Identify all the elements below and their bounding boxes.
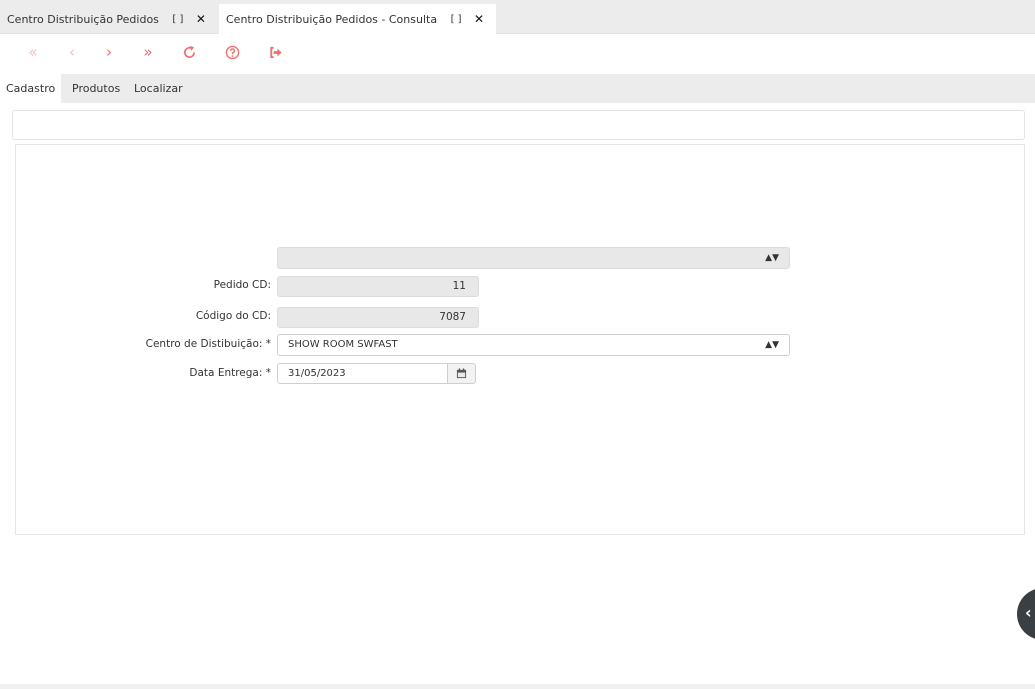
close-icon[interactable]: ✕ <box>467 12 491 26</box>
calendar-icon <box>456 368 467 379</box>
pedido-cd-field[interactable]: 11 <box>277 276 479 297</box>
help-icon <box>225 45 239 60</box>
tab-localizar[interactable]: Localizar <box>128 74 189 103</box>
exit-icon <box>269 46 282 59</box>
window-tab-label: Centro Distribuição Pedidos - Consulta <box>226 12 438 26</box>
data-entrega-label: Data Entrega: * <box>189 367 271 379</box>
tab-label: Cadastro <box>6 82 56 95</box>
codigo-cd-label: Código do CD: <box>195 310 271 322</box>
pedido-cd-label: Pedido CD: <box>213 279 271 291</box>
calendar-button[interactable] <box>448 363 476 384</box>
tab-label: Localizar <box>134 82 183 95</box>
first-record-button[interactable]: « <box>20 40 46 64</box>
data-entrega-input[interactable]: 31/05/2023 <box>277 363 448 384</box>
next-record-button[interactable]: › <box>96 40 122 64</box>
double-chevron-right-icon: » <box>143 43 153 61</box>
form-tab-bar: Cadastro Produtos Localizar <box>0 74 1035 103</box>
top-select[interactable]: ▲▼ <box>277 247 790 269</box>
side-panel-toggle[interactable]: ‹ <box>1017 588 1035 640</box>
tab-label: Produtos <box>72 82 121 95</box>
sort-caret-icon: ▲▼ <box>765 340 779 350</box>
expand-icon[interactable]: [ ] <box>445 14 467 25</box>
double-chevron-left-icon: « <box>28 43 38 61</box>
codigo-cd-field[interactable]: 7087 <box>277 307 479 328</box>
navigation-toolbar: « ‹ › » <box>0 36 1035 70</box>
help-button[interactable] <box>219 40 245 64</box>
centro-distribuicao-label: Centro de Distibuição: * <box>145 338 271 350</box>
exit-button[interactable] <box>262 40 288 64</box>
sort-caret-icon: ▲▼ <box>765 253 779 263</box>
centro-distribuicao-value: SHOW ROOM SWFAST <box>288 339 398 350</box>
window-tab-bar: Centro Distribuição Pedidos [ ] ✕ Centro… <box>0 0 1035 34</box>
chevron-right-icon: › <box>106 43 112 61</box>
expand-icon[interactable]: [ ] <box>167 14 189 25</box>
tab-cadastro[interactable]: Cadastro <box>0 74 62 103</box>
window-tab-pedidos[interactable]: Centro Distribuição Pedidos [ ] ✕ <box>0 4 216 34</box>
refresh-button[interactable] <box>176 40 202 64</box>
window-tab-label: Centro Distribuição Pedidos <box>7 12 159 26</box>
last-record-button[interactable]: » <box>135 40 161 64</box>
centro-distribuicao-select[interactable]: SHOW ROOM SWFAST ▲▼ <box>277 334 790 356</box>
chevron-left-icon: ‹ <box>69 43 75 61</box>
tab-produtos[interactable]: Produtos <box>66 74 126 103</box>
app-window: Centro Distribuição Pedidos [ ] ✕ Centro… <box>0 0 1035 689</box>
close-icon[interactable]: ✕ <box>189 12 213 26</box>
message-area <box>12 110 1025 140</box>
bottom-divider <box>0 684 1035 689</box>
refresh-icon <box>183 45 195 58</box>
window-tab-consulta[interactable]: Centro Distribuição Pedidos - Consulta [… <box>219 4 496 34</box>
chevron-left-icon: ‹ <box>1025 603 1032 622</box>
previous-record-button[interactable]: ‹ <box>59 40 85 64</box>
